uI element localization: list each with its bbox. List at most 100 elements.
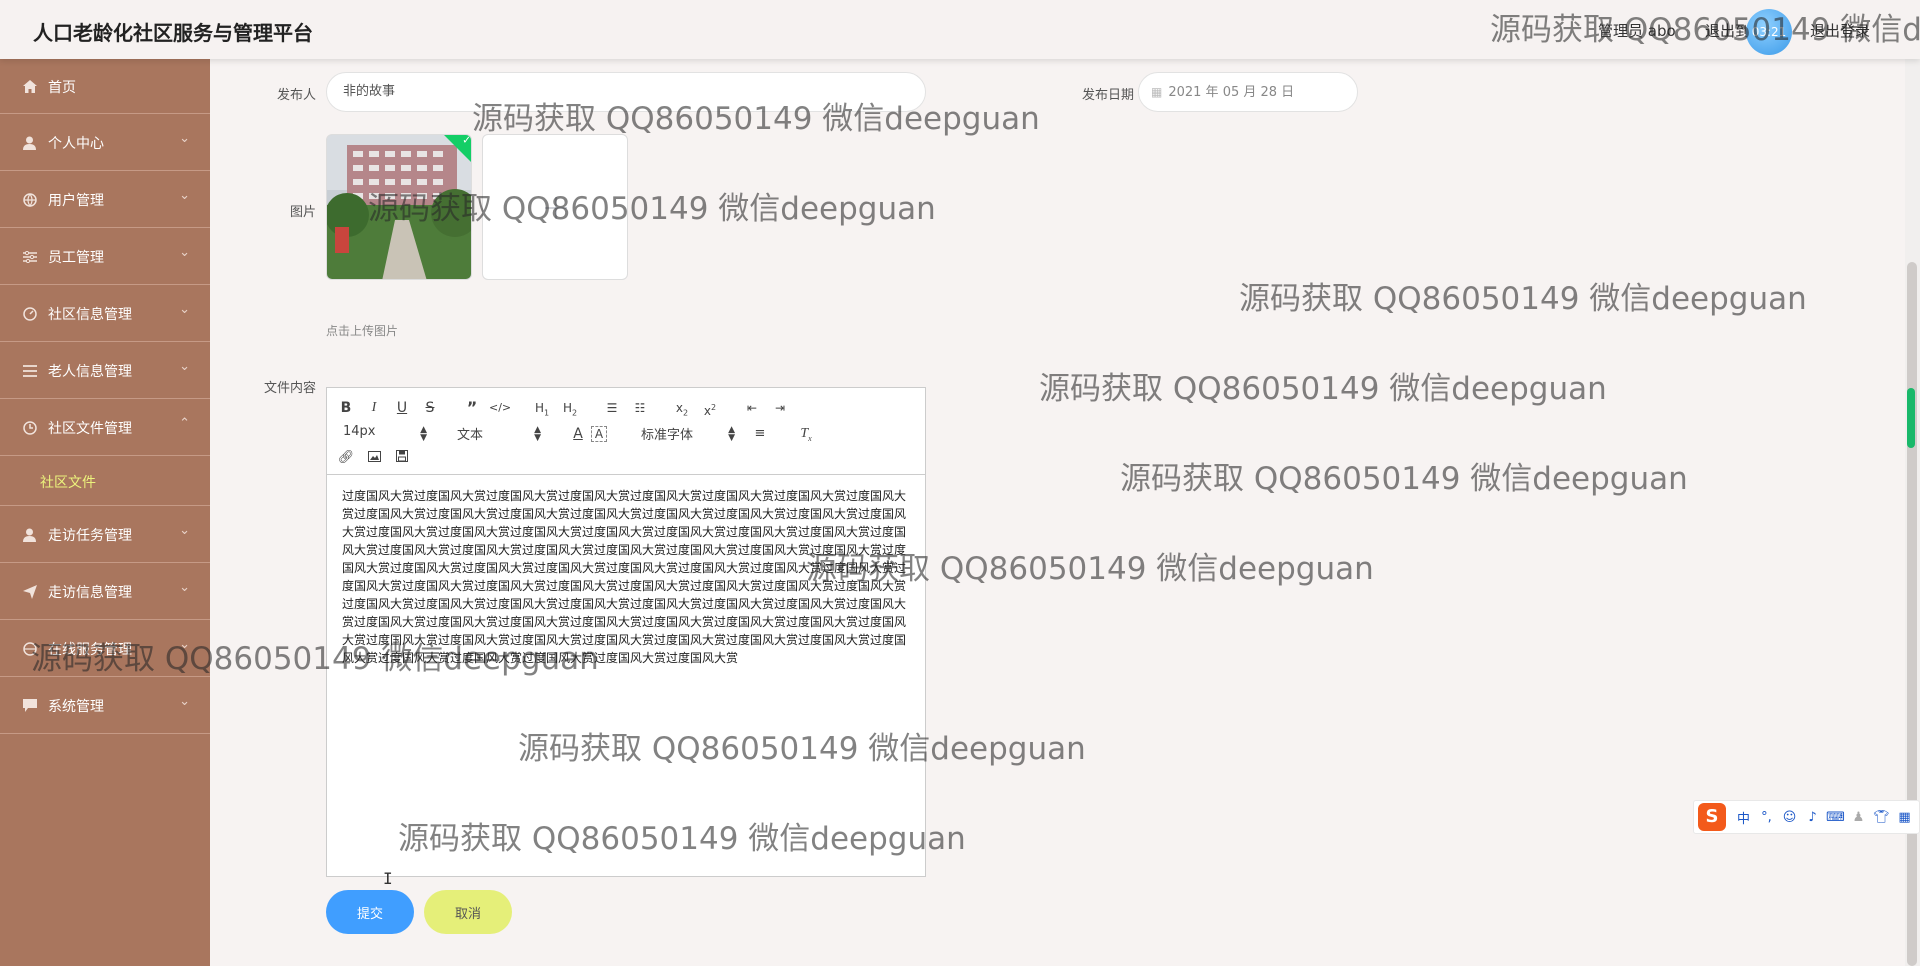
submenu-item-community-files[interactable]: 社区文件 [0,456,210,506]
font-family-value: 标准字体 [641,428,694,443]
app-title: 人口老龄化社区服务与管理平台 [33,21,313,45]
keyboard-icon[interactable]: ⌨ [1824,810,1847,825]
plus-icon [545,197,567,219]
video-icon[interactable] [391,448,413,468]
publisher-input[interactable]: 非的故事 [326,72,926,112]
sidebar-item-elderly-info[interactable]: 老人信息管理 ⌄ [0,342,210,399]
scrollbar-thumb[interactable] [1907,262,1917,966]
current-user-label: 管理员 abo [1598,22,1676,40]
sidebar-item-community-info[interactable]: 社区信息管理 ⌄ [0,285,210,342]
ordered-list-icon[interactable]: ☰ [601,398,623,418]
chevron-down-icon: ⌄ [179,131,190,146]
emoji-icon[interactable]: ☺ [1778,810,1801,825]
indent-icon[interactable]: ⇥ [769,398,791,418]
align-icon[interactable]: ≡ [749,424,771,444]
chevron-down-icon: ⌄ [179,694,190,709]
rich-text-editor[interactable]: B I U S ” </> H1 H2 ☰ ☷ x2 x2 ⇤ ⇥ 14px ▲… [326,387,926,877]
italic-icon[interactable]: I [363,398,385,418]
superscript-icon[interactable]: x2 [699,398,721,418]
outdent-icon[interactable]: ⇤ [741,398,763,418]
time-badge: 03:21 [1746,9,1792,55]
sidebar-item-label: 个人中心 [48,136,104,152]
editor-content[interactable]: 过度国风大赏过度国风大赏过度国风大赏过度国风大赏过度国风大赏过度国风大赏过度国风… [327,475,925,679]
sidebar-item-label: 走访信息管理 [48,585,132,601]
font-color-icon[interactable]: A [567,424,589,444]
sidebar-item-label: 走访任务管理 [48,528,132,544]
scrollbar-marker [1907,388,1915,448]
globe-icon [22,192,37,207]
sidebar-item-label: 用户管理 [48,193,104,209]
submit-button[interactable]: 提交 [326,890,414,934]
punctuation-icon[interactable]: °, [1755,810,1778,825]
calendar-icon: ▦ [1151,85,1163,99]
blockquote-icon[interactable]: ” [461,398,483,418]
date-input[interactable]: ▦ 2021 年 05 月 28 日 [1138,72,1358,112]
logout-link[interactable]: 退出登录 [1810,20,1870,41]
uploaded-image[interactable]: ✓ [326,134,472,280]
image-icon[interactable] [363,448,385,468]
subscript-icon[interactable]: x2 [671,398,693,418]
skin-icon[interactable]: 👕︎ [1870,810,1893,825]
select-caret-icon: ▲ ▼ [420,425,427,443]
sidebar-item-user-management[interactable]: 用户管理 ⌄ [0,171,210,228]
text-cursor-icon: I [383,869,393,888]
top-bar: 人口老龄化社区服务与管理平台 管理员 abo 退出到 03:21 退出登录 [0,0,1920,59]
sidebar-item-personal-center[interactable]: 个人中心 ⌄ [0,114,210,171]
home-icon [22,79,37,94]
font-size-select[interactable]: 14px ▲ ▼ [343,424,427,444]
user-icon [22,527,37,542]
bold-icon[interactable]: B [335,398,357,418]
sidebar-item-visit-info[interactable]: 走访信息管理 ⌄ [0,563,210,620]
sidebar-item-label: 首页 [48,80,76,96]
sidebar-item-label: 在线服务管理 [48,642,132,658]
user-icon [22,135,37,150]
user-icon[interactable]: ♟ [1847,810,1870,825]
code-icon[interactable]: </> [489,398,511,418]
publisher-label: 发布人 [276,88,316,103]
sliders-icon [22,249,37,264]
heading2-icon[interactable]: H2 [559,398,581,418]
clock-icon [22,420,37,435]
sidebar-item-label: 员工管理 [48,250,104,266]
editor-toolbar: B I U S ” </> H1 H2 ☰ ☷ x2 x2 ⇤ ⇥ 14px ▲… [327,388,925,475]
chevron-down-icon: ⌄ [179,523,190,538]
check-icon: ✓ [462,134,472,147]
sidebar-item-visit-tasks[interactable]: 走访任务管理 ⌄ [0,506,210,563]
sidebar: 首页 个人中心 ⌄ 用户管理 ⌄ 员工管理 ⌄ 社区信息管理 ⌄ 老人信息管理 … [0,59,210,966]
select-caret-icon: ▲ ▼ [534,425,541,443]
sidebar-item-staff-management[interactable]: 员工管理 ⌄ [0,228,210,285]
menu-icon [22,363,37,378]
bullet-list-icon[interactable]: ☷ [629,398,651,418]
strike-icon[interactable]: S [419,398,441,418]
font-family-select[interactable]: 标准字体 ▲ ▼ [641,424,735,444]
sidebar-item-online-service[interactable]: 在线服务管理 ⌄ [0,620,210,677]
chinese-mode-icon[interactable]: 中 [1732,808,1755,827]
grid-icon[interactable]: ▦ [1893,810,1916,825]
ime-logo-icon[interactable]: S [1698,803,1726,831]
select-caret-icon: ▲ ▼ [728,425,735,443]
back-link[interactable]: 退出到 [1705,20,1750,41]
heading1-icon[interactable]: H1 [531,398,553,418]
sidebar-item-label: 老人信息管理 [48,364,132,380]
building-photo [327,135,471,279]
sidebar-item-community-files[interactable]: 社区文件管理 ⌃ [0,399,210,456]
upload-button[interactable] [482,134,628,280]
chevron-down-icon: ⌄ [179,637,190,652]
gauge-icon [22,306,37,321]
clear-format-icon[interactable]: Tx [795,424,817,444]
microphone-icon[interactable]: ♪ [1801,810,1824,825]
link-icon[interactable]: 🔗︎ [335,448,357,468]
sidebar-item-system[interactable]: 系统管理 ⌄ [0,677,210,734]
text-type-select[interactable]: 文本 ▲ ▼ [457,424,541,444]
chevron-down-icon: ⌄ [179,580,190,595]
submenu-item-label: 社区文件 [40,475,96,491]
chevron-down-icon: ⌄ [179,359,190,374]
underline-icon[interactable]: U [391,398,413,418]
sidebar-item-home[interactable]: 首页 [0,59,210,114]
sidebar-item-label: 社区信息管理 [48,307,132,323]
date-label: 发布日期 [1081,88,1134,103]
background-color-icon[interactable]: A [591,426,607,442]
cancel-button[interactable]: 取消 [424,890,512,934]
globe-icon [22,641,37,656]
chevron-down-icon: ⌄ [179,188,190,203]
